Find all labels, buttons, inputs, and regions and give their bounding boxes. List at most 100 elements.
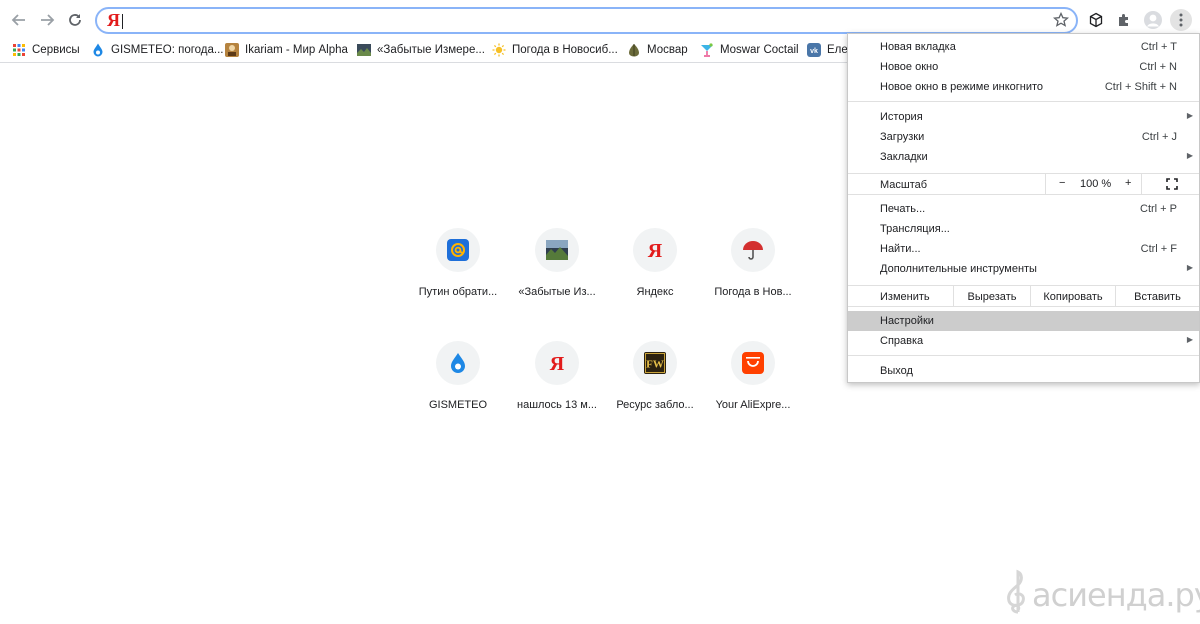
bookmark-label: Ikariam - Мир Alpha [245, 44, 348, 56]
menu-item-label: Печать... [880, 203, 926, 215]
profile-button[interactable] [1142, 9, 1164, 31]
cut-button[interactable]: Вырезать [953, 286, 1030, 307]
tile-yandex[interactable]: Я Яндекс [612, 228, 698, 298]
menu-item-shortcut: Ctrl + F [1140, 243, 1177, 255]
aliexpress-icon [742, 352, 764, 374]
menu-item-new-tab[interactable]: Новая вкладка Ctrl + T [848, 37, 1199, 57]
tile-mail[interactable]: Путин обрати... [415, 228, 501, 298]
menu-item-label: Загрузки [880, 131, 925, 143]
extension-box-button[interactable] [1085, 9, 1107, 31]
tile-label: Путин обрати... [418, 286, 498, 298]
zoom-value: 100 % [1080, 178, 1112, 190]
bookmark-label: «Забытые Измере... [377, 44, 485, 56]
bookmark-moswar-cocktail[interactable]: Moswar Coctail [700, 41, 799, 59]
tile-label: нашлось 13 м... [517, 399, 597, 411]
bookmark-label: GISMETEO: погода... [111, 44, 224, 56]
menu-item-shortcut: Ctrl + Shift + N [1104, 81, 1177, 93]
bookmark-label: Moswar Coctail [720, 44, 799, 56]
menu-item-label: Трансляция... [880, 223, 950, 235]
svg-text:FW: FW [646, 359, 664, 371]
bookmark-label: Мосвар [647, 44, 688, 56]
star-icon [1052, 11, 1070, 27]
tile-label: «Забытые Из... [518, 286, 596, 298]
zoom-in-button[interactable]: + [1125, 177, 1131, 189]
menu-item-label: Найти... [880, 243, 921, 255]
menu-item-new-window[interactable]: Новое окно Ctrl + N [848, 57, 1199, 77]
menu-separator [848, 355, 1199, 356]
fullscreen-button[interactable] [1166, 178, 1178, 190]
tile-gismeteo[interactable]: GISMETEO [415, 341, 501, 411]
bookmark-vk[interactable]: vk Еле [807, 41, 848, 59]
bookmark-forgotten-dimensions[interactable]: «Забытые Измере... [357, 41, 485, 59]
menu-item-find[interactable]: Найти... Ctrl + F [848, 239, 1199, 259]
submenu-arrow-icon: ▶ [1186, 151, 1193, 160]
menu-item-exit[interactable]: Выход [848, 361, 1199, 381]
bookmark-star-button[interactable] [1052, 11, 1070, 33]
submenu-arrow-icon: ▶ [1186, 335, 1193, 344]
tile-forgotten-dimensions[interactable]: «Забытые Из... [514, 228, 600, 298]
menu-item-history[interactable]: История ▶ [848, 107, 1199, 127]
bookmark-gismeteo[interactable]: GISMETEO: погода... [91, 41, 224, 59]
treble-clef-icon [1007, 569, 1025, 614]
tile-weather-novosibirsk[interactable]: Погода в Нов... [710, 228, 796, 298]
cube-icon [1089, 12, 1103, 28]
forward-button[interactable] [35, 8, 59, 32]
menu-separator [848, 101, 1199, 102]
menu-zoom-row: Масштаб − 100 % + [848, 173, 1199, 195]
bookmark-mosvar[interactable]: Мосвар [627, 41, 688, 59]
bookmark-label: Погода в Новосиб... [512, 44, 618, 56]
submenu-arrow-icon: ▶ [1186, 111, 1193, 120]
reload-icon [69, 14, 81, 26]
paste-button[interactable]: Вставить [1115, 286, 1199, 307]
bookmark-label: Сервисы [32, 44, 80, 56]
omnibox-text: Я [107, 10, 120, 30]
arrow-left-icon [11, 14, 25, 26]
tile-yandex-search[interactable]: Я нашлось 13 м... [514, 341, 600, 411]
reload-button[interactable] [63, 8, 87, 32]
zoom-label: Масштаб [880, 179, 928, 191]
tile-aliexpress[interactable]: Your AliExpre... [710, 341, 796, 411]
tile-label: Яндекс [636, 286, 674, 298]
back-button[interactable] [7, 8, 31, 32]
tile-icon-container [436, 228, 480, 272]
menu-item-incognito-window[interactable]: Новое окно в режиме инкогнито Ctrl + Shi… [848, 77, 1199, 97]
menu-item-help[interactable]: Справка ▶ [848, 331, 1199, 351]
menu-item-cast[interactable]: Трансляция... [848, 219, 1199, 239]
bookmark-services[interactable]: Сервисы [12, 41, 80, 59]
browser-menu-button[interactable] [1170, 9, 1192, 31]
ikariam-icon [225, 43, 239, 57]
browser-main-menu: Новая вкладка Ctrl + T Новое окно Ctrl +… [847, 33, 1200, 383]
tile-icon-container [436, 341, 480, 385]
menu-item-label: Выход [880, 365, 913, 377]
bookmark-label: Еле [827, 44, 848, 56]
bookmark-ikariam[interactable]: Ikariam - Мир Alpha [225, 41, 348, 59]
menu-item-bookmarks[interactable]: Закладки ▶ [848, 147, 1199, 167]
copy-button[interactable]: Копировать [1030, 286, 1115, 307]
menu-item-label: Справка [880, 335, 924, 347]
menu-item-label: Новое окно [880, 61, 939, 73]
menu-item-more-tools[interactable]: Дополнительные инструменты ▶ [848, 259, 1199, 279]
landscape-thumb-icon [546, 240, 568, 260]
gismeteo-drop-icon [451, 353, 465, 373]
menu-edit-row: Изменить Вырезать Копировать Вставить [848, 285, 1199, 307]
sun-icon [492, 43, 506, 57]
bookmark-weather-novosibirsk[interactable]: Погода в Новосиб... [492, 41, 618, 59]
svg-text:Я: Я [648, 240, 663, 261]
tile-icon-container [731, 341, 775, 385]
menu-item-shortcut: Ctrl + J [1141, 131, 1177, 143]
menu-item-print[interactable]: Печать... Ctrl + P [848, 199, 1199, 219]
menu-item-label: Новая вкладка [880, 41, 956, 53]
apps-grid-icon [12, 43, 26, 57]
address-bar[interactable]: Я [95, 7, 1078, 34]
umbrella-icon [743, 241, 763, 260]
gismeteo-drop-icon [91, 43, 105, 57]
menu-item-downloads[interactable]: Загрузки Ctrl + J [848, 127, 1199, 147]
zoom-out-button[interactable]: − [1059, 177, 1065, 189]
tile-blocked-resource[interactable]: FW Ресурс забло... [612, 341, 698, 411]
menu-item-settings[interactable]: Настройки [848, 311, 1199, 331]
tile-label: Погода в Нов... [714, 286, 792, 298]
arrow-right-icon [41, 14, 55, 26]
menu-item-label: История [880, 111, 923, 123]
tile-label: GISMETEO [428, 399, 488, 411]
extensions-button[interactable] [1113, 9, 1135, 31]
